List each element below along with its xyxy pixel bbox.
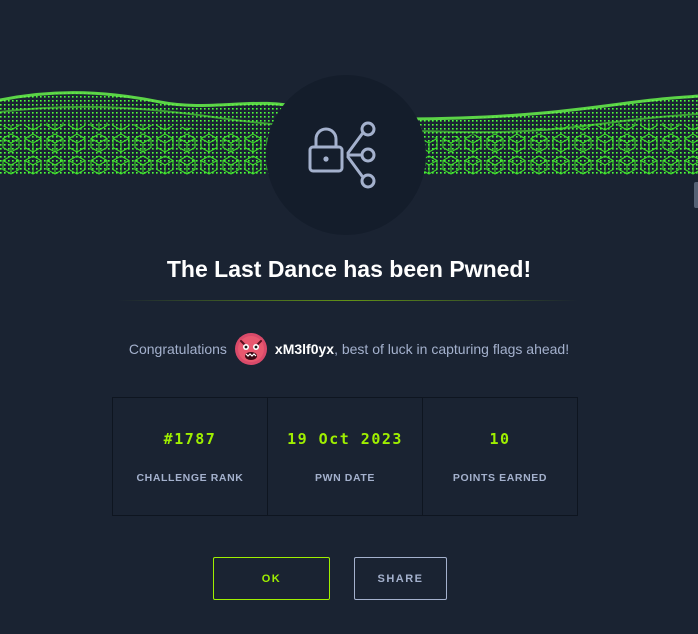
stat-value: 19 Oct 2023 bbox=[287, 430, 403, 448]
stat-label: CHALLENGE RANK bbox=[136, 472, 244, 484]
stat-challenge-rank: #1787 CHALLENGE RANK bbox=[113, 398, 268, 515]
username[interactable]: xM3lf0yx bbox=[275, 341, 334, 357]
congrats-suffix: , best of luck in capturing flags ahead! bbox=[334, 341, 570, 357]
stat-pwn-date: 19 Oct 2023 PWN DATE bbox=[268, 398, 423, 515]
stat-value: 10 bbox=[489, 430, 511, 448]
congrats-line: Congratulations xM3lf0yx , best of luck … bbox=[0, 332, 698, 366]
lock-circle bbox=[266, 75, 426, 235]
stat-label: POINTS EARNED bbox=[452, 472, 548, 484]
pwned-modal: The Last Dance has been Pwned! Congratul… bbox=[0, 0, 698, 634]
congrats-prefix: Congratulations bbox=[128, 341, 227, 357]
stat-label: PWN DATE bbox=[314, 472, 376, 484]
ok-button[interactable]: OK bbox=[213, 557, 330, 600]
divider bbox=[118, 300, 578, 301]
stat-value: #1787 bbox=[163, 430, 217, 448]
page-title: The Last Dance has been Pwned! bbox=[166, 256, 532, 282]
share-button[interactable]: SHARE bbox=[354, 557, 447, 600]
avatar bbox=[234, 333, 267, 365]
stat-points-earned: 10 POINTS EARNED bbox=[423, 398, 577, 515]
lock-share-icon bbox=[308, 121, 376, 189]
scroll-edge-marker bbox=[694, 182, 698, 208]
stats-panel: #1787 CHALLENGE RANK 19 Oct 2023 PWN DAT… bbox=[112, 397, 578, 516]
